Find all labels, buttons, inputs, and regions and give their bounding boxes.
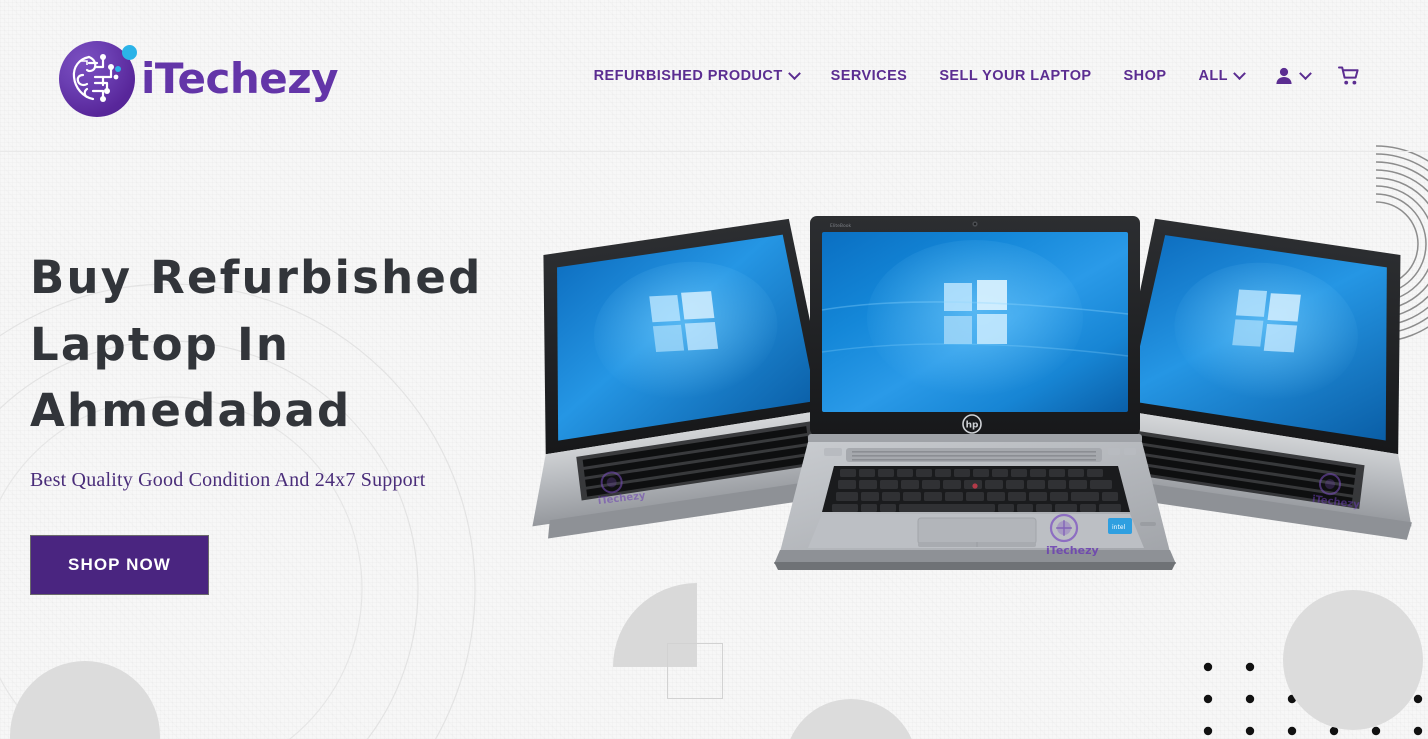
gray-donut-decoration — [785, 699, 917, 739]
hero-copy-block: Buy Refurbished Laptop In Ahmedabad Best… — [30, 245, 550, 595]
site-header: iTechezy REFURBISHED PRODUCT SERVICES SE… — [0, 0, 1428, 152]
hero-title-line-1: Buy Refurbished — [30, 251, 483, 304]
shopping-cart-icon — [1338, 66, 1359, 85]
logo-accent-dot-small — [115, 66, 121, 72]
page-root: iTechezy iTechezy EliteBook hp iTechezy … — [0, 0, 1428, 739]
cart-button[interactable] — [1324, 65, 1374, 87]
nav-item-services[interactable]: SERVICES — [815, 68, 924, 84]
svg-text:EliteBook: EliteBook — [830, 223, 851, 229]
nav-item-shop[interactable]: SHOP — [1108, 68, 1183, 84]
page-title: Buy Refurbished Laptop In Ahmedabad — [30, 245, 550, 445]
nav-label-sell-your-laptop: SELL YOUR LAPTOP — [939, 68, 1092, 84]
hero-title-line-3: Ahmedabad — [30, 384, 352, 438]
site-logo[interactable]: iTechezy — [59, 41, 339, 117]
chevron-down-icon — [1233, 66, 1246, 80]
account-menu-button[interactable] — [1260, 66, 1324, 86]
chevron-down-icon — [787, 66, 801, 80]
logo-text: iTechezy — [141, 54, 339, 103]
hero-section: iTechezy iTechezy EliteBook hp iTechezy … — [0, 145, 1428, 739]
logo-accent-dot-large — [122, 45, 137, 60]
hero-title-line-2: Laptop In — [30, 317, 291, 371]
nav-label-shop: SHOP — [1123, 68, 1167, 84]
hero-laptop-image: iTechezy iTechezy EliteBook hp iTechezy … — [500, 214, 1428, 614]
nav-item-all[interactable]: ALL — [1182, 66, 1260, 84]
svg-text:intel: intel — [1112, 524, 1126, 531]
circuit-brain-logo-icon — [59, 41, 137, 117]
hero-subtitle: Best Quality Good Condition And 24x7 Sup… — [30, 468, 426, 491]
chevron-down-icon — [1299, 66, 1312, 80]
nav-label-all: ALL — [1198, 68, 1228, 84]
nav-label-services: SERVICES — [830, 68, 908, 84]
svg-text:iTechezy: iTechezy — [1046, 544, 1099, 557]
main-navigation: REFURBISHED PRODUCT SERVICES SELL YOUR L… — [578, 0, 1374, 152]
nav-item-refurbished-product[interactable]: REFURBISHED PRODUCT — [578, 66, 815, 84]
gray-circle-bottom-left-decoration — [10, 661, 160, 739]
outline-square-decoration — [667, 643, 723, 699]
user-account-icon — [1276, 67, 1292, 84]
nav-label-refurbished-product: REFURBISHED PRODUCT — [593, 68, 783, 84]
nav-item-sell-your-laptop[interactable]: SELL YOUR LAPTOP — [923, 68, 1107, 84]
shop-now-button[interactable]: SHOP NOW — [30, 534, 209, 595]
black-dot-grid-decoration — [1203, 662, 1423, 736]
svg-text:hp: hp — [966, 421, 979, 431]
